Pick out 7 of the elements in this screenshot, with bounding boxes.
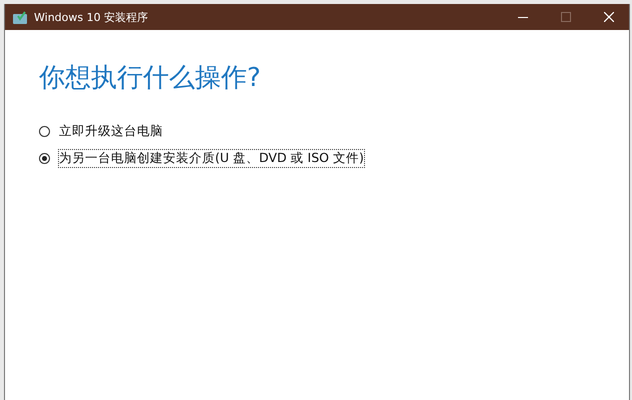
radio-option[interactable]: 为另一台电脑创建安装介质(U 盘、DVD 或 ISO 文件) — [39, 150, 364, 167]
maximize-icon — [561, 12, 571, 22]
window-title: Windows 10 安装程序 — [34, 10, 148, 24]
page-heading: 你想执行什么操作? — [39, 62, 262, 95]
close-icon — [604, 12, 614, 22]
radio-option[interactable]: 立即升级这台电脑 — [39, 123, 163, 140]
app-icon — [13, 10, 27, 24]
